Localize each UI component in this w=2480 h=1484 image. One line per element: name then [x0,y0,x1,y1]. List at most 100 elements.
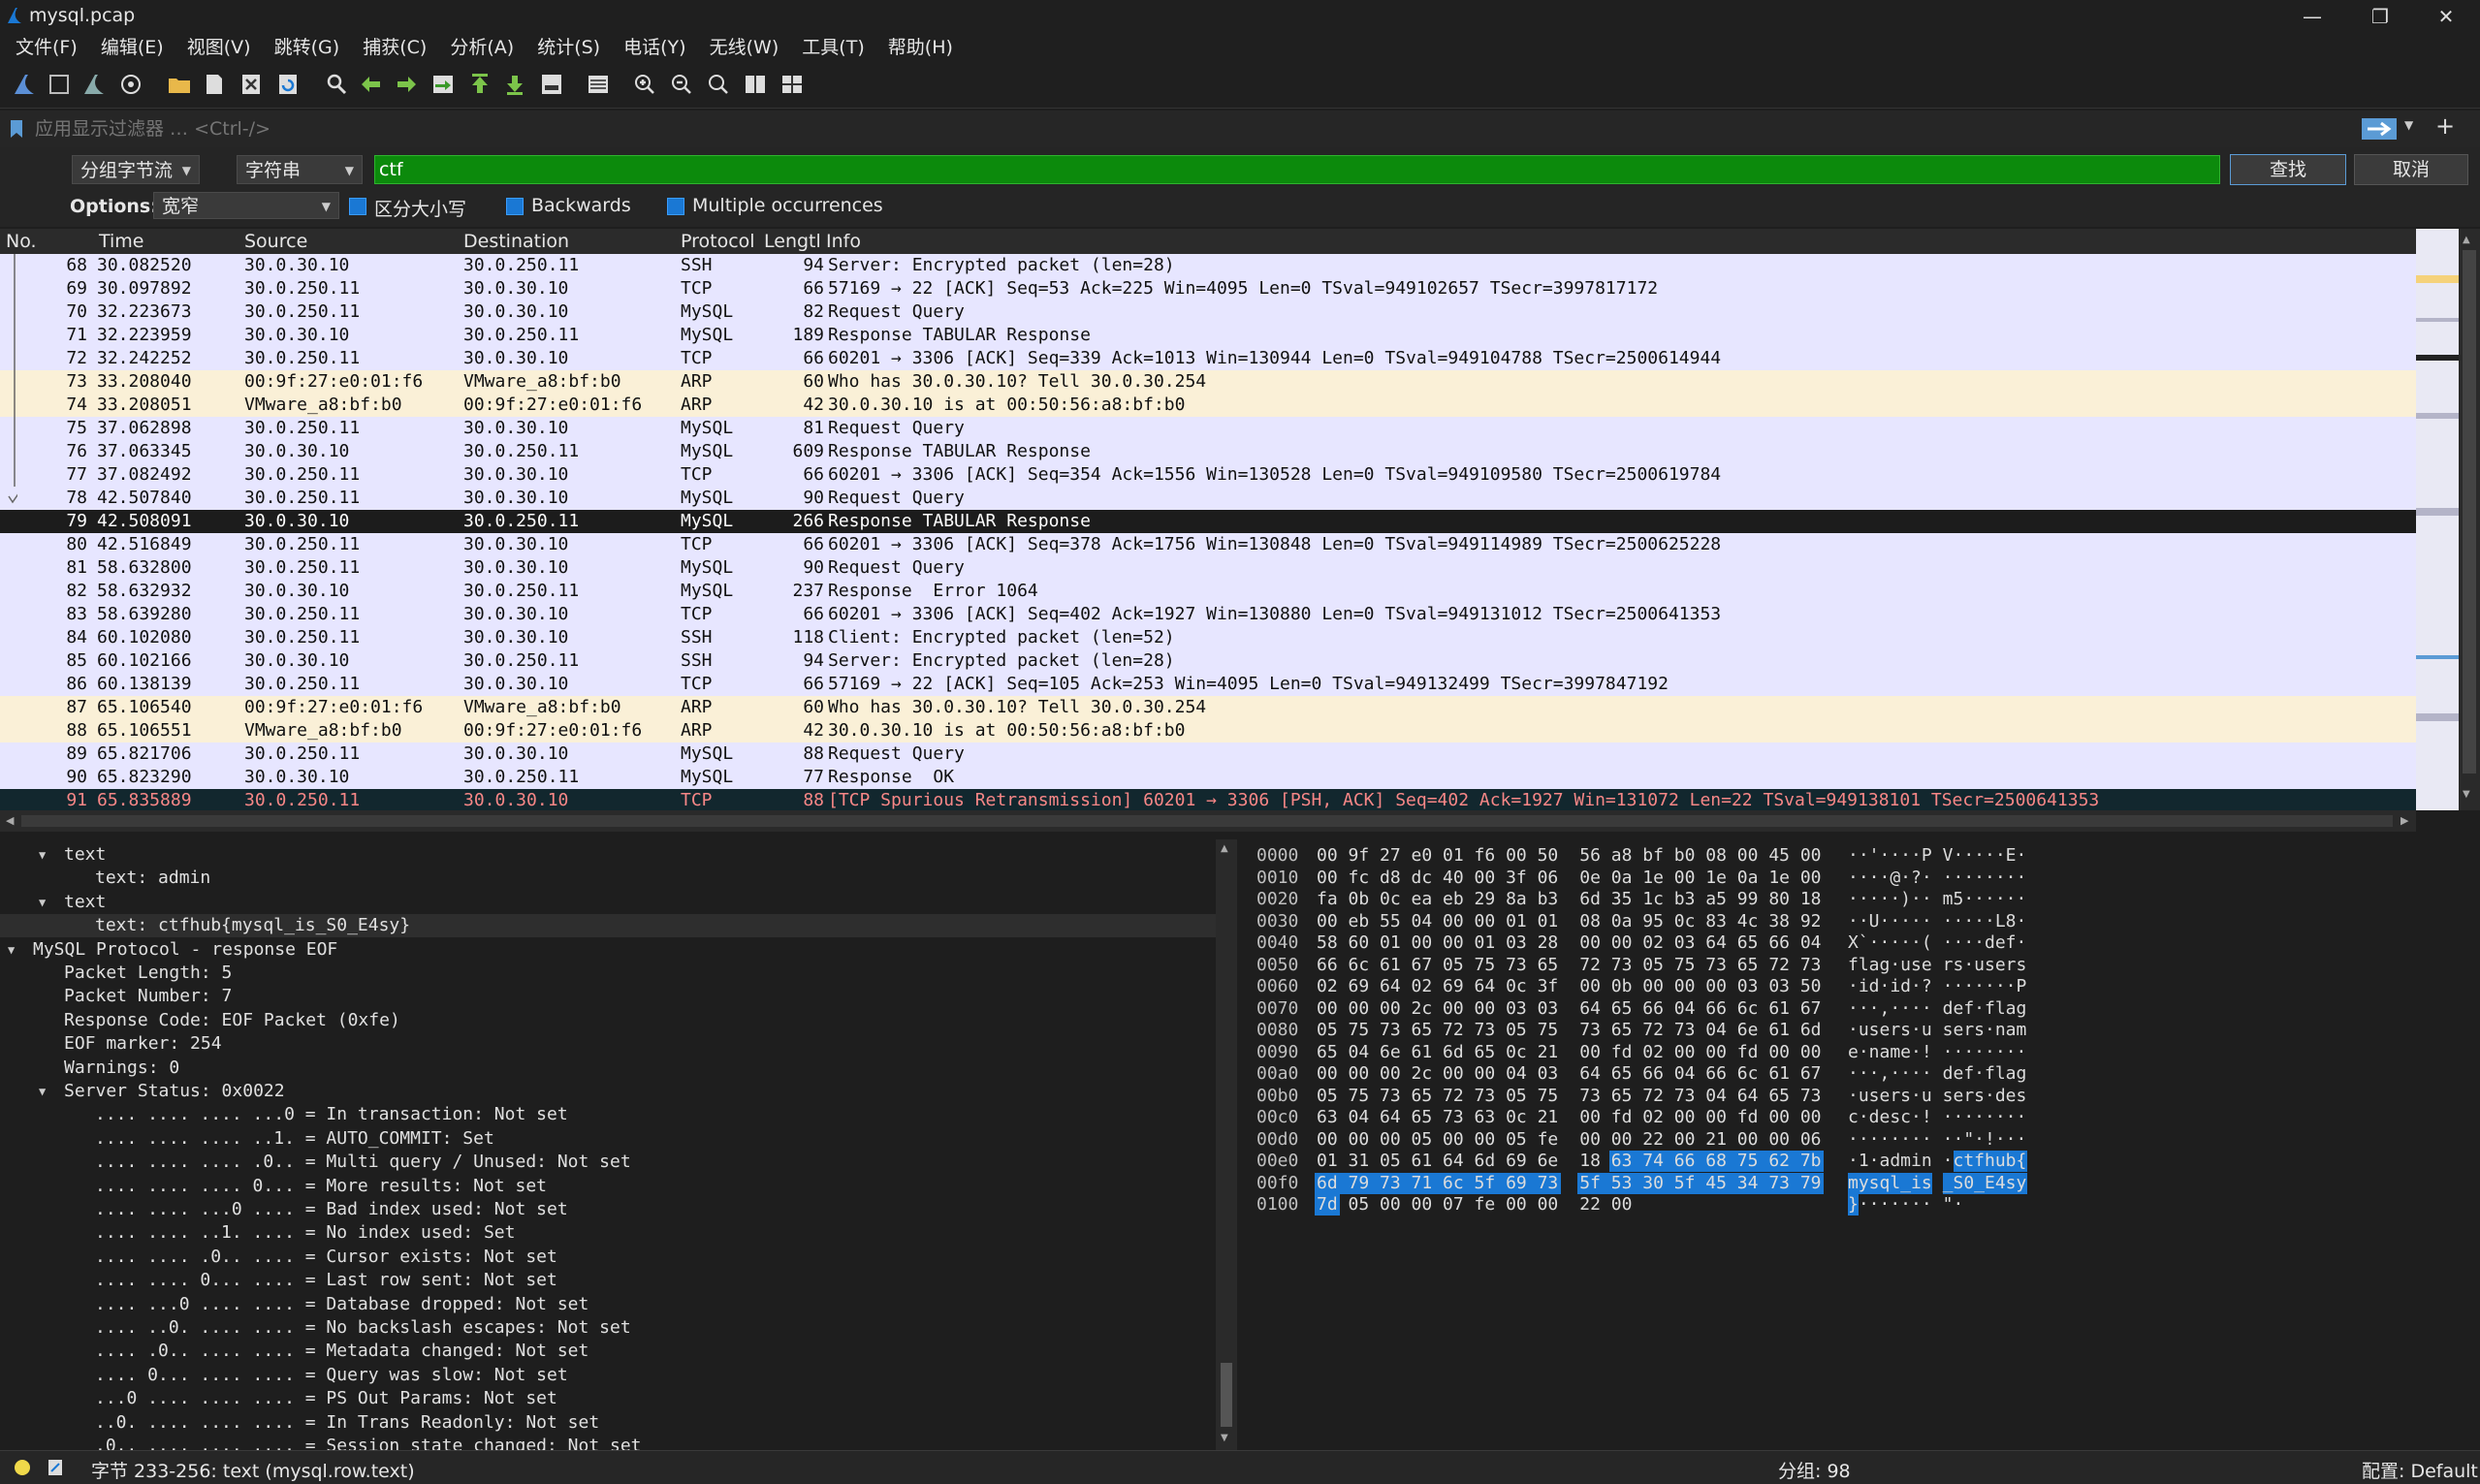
scroll-right-icon[interactable]: ▶ [2401,814,2408,827]
column-time[interactable]: Time [99,231,144,252]
byte-hex-group[interactable]: 02 69 64 02 69 64 0c 3f [1317,976,1558,998]
column-destination[interactable]: Destination [463,231,569,252]
packet-row[interactable]: 83 58.639280 30.0.250.11 30.0.30.10 TCP 66 602… [0,603,2416,626]
byte-hex-group[interactable]: 01 31 05 61 64 6d 69 6e [1317,1151,1558,1173]
packet-row[interactable]: 75 37.062898 30.0.250.11 30.0.30.10 MySQL 81 R… [0,417,2416,440]
byte-hex-group[interactable]: 00 00 00 05 00 00 05 fe [1317,1129,1558,1152]
case-sensitive-checkbox[interactable] [349,198,366,215]
expand-arrow-icon[interactable]: ▼ [39,891,46,914]
byte-ascii-group[interactable]: sers·nam [1943,1020,2027,1042]
packet-row[interactable]: 68 30.082520 30.0.30.10 30.0.250.11 SSH 94 Ser… [0,254,2416,277]
byte-ascii-group[interactable]: c·desc·! [1848,1107,1932,1129]
byte-ascii-group[interactable]: ··U····· [1848,911,1932,933]
byte-hex-group[interactable]: 00 00 00 2c 00 00 03 03 [1317,998,1558,1021]
menu-statistics[interactable]: 统计(S) [537,32,600,63]
byte-ascii-group[interactable]: ········ [1943,1107,2027,1129]
save-file-icon[interactable] [202,72,227,97]
menu-file[interactable]: 文件(F) [16,32,78,63]
resize-columns-icon[interactable] [743,72,768,97]
detail-tree-item[interactable]: .... .... ...0 .... = Bad index used: No… [0,1198,1216,1221]
detail-tree-item[interactable]: .... .... .... .0.. = Multi query / Unus… [0,1151,1216,1174]
detail-tree-item[interactable]: Packet Number: 7 [0,985,1216,1008]
packet-row[interactable]: 74 33.208051 VMware_a8:bf:b0 00:9f:27:e0:01… [0,394,2416,417]
byte-ascii-group[interactable]: def·flag [1943,998,2027,1021]
detail-tree-item[interactable]: .... ..0. .... .... = No backslash escap… [0,1316,1216,1340]
details-vertical-scrollbar[interactable]: ▲ ▼ [1216,839,1237,1450]
add-filter-button-icon[interactable]: + [2435,112,2455,140]
byte-ascii-group[interactable]: ···,···· [1848,998,1932,1021]
detail-tree-item[interactable]: Response Code: EOF Packet (0xfe) [0,1009,1216,1032]
autoscroll-icon[interactable] [539,72,564,97]
byte-ascii-group[interactable]: ···,···· [1848,1063,1932,1086]
byte-ascii-group[interactable]: ·······P [1943,976,2027,998]
find-string-input[interactable] [374,155,2220,184]
menu-analyze[interactable]: 分析(A) [450,32,514,63]
packet-row[interactable]: 86 60.138139 30.0.250.11 30.0.30.10 TCP 66 571… [0,673,2416,696]
byte-ascii-group[interactable]: e·name·! [1848,1042,1932,1064]
byte-ascii-group[interactable]: ·1·admin [1848,1151,1932,1173]
packet-row[interactable]: 78 42.507840 30.0.250.11 30.0.30.10 MySQL 90 R… [0,487,2416,510]
cancel-button[interactable]: 取消 [2354,154,2468,185]
colorize-icon[interactable] [586,72,611,97]
close-file-icon[interactable] [238,72,264,97]
apply-filter-arrow-icon[interactable] [2362,118,2397,140]
detail-tree-item[interactable]: ▼ MySQL Protocol - response EOF [0,938,1216,962]
packet-row[interactable]: 79 42.508091 30.0.30.10 30.0.250.11 MySQL 266… [0,510,2416,533]
detail-tree-item[interactable]: ▼ text [0,891,1216,914]
close-icon[interactable]: ✕ [2412,2,2480,31]
scroll-thumb[interactable] [1221,1363,1232,1427]
go-to-packet-icon[interactable] [430,72,456,97]
byte-ascii-group[interactable]: ····def· [1943,932,2027,955]
packet-row[interactable]: 91 65.835889 30.0.250.11 30.0.30.10 TCP 88 [TC… [0,789,2416,810]
byte-hex-group[interactable]: 5f 53 30 5f 45 34 73 79 [1579,1173,1821,1195]
detail-tree-item[interactable]: ▼ text [0,843,1216,867]
search-type-select[interactable]: 字符串 ▼ [237,155,363,184]
byte-hex-group[interactable]: 05 75 73 65 72 73 05 75 [1317,1020,1558,1042]
byte-ascii-group[interactable]: sers·des [1943,1086,2027,1108]
byte-hex-group[interactable]: fa 0b 0c ea eb 29 8a b3 [1317,889,1558,911]
capture-options-icon[interactable] [118,72,143,97]
multiple-occurrences-checkbox[interactable] [667,198,684,215]
byte-hex-group[interactable]: 00 fd 02 00 00 fd 00 00 [1579,1042,1821,1064]
byte-hex-group[interactable]: 18 63 74 66 68 75 62 7b [1579,1151,1821,1173]
start-capture-icon[interactable] [12,72,37,97]
detail-tree-item[interactable]: Warnings: 0 [0,1057,1216,1080]
byte-hex-group[interactable]: 00 9f 27 e0 01 f6 00 50 [1317,845,1558,868]
minimize-icon[interactable]: — [2278,2,2346,31]
detail-tree-item[interactable]: .... .... ..1. .... = No index used: Set [0,1221,1216,1245]
find-packet-icon[interactable] [324,72,349,97]
detail-tree-item[interactable]: .... 0... .... .... = Query was slow: No… [0,1364,1216,1387]
go-back-icon[interactable] [359,72,384,97]
byte-hex-group[interactable]: 00 fc d8 dc 40 00 3f 06 [1317,868,1558,890]
detail-tree-item[interactable]: .... .0.. .... .... = Metadata changed: … [0,1340,1216,1363]
zoom-out-icon[interactable] [669,72,694,97]
packet-row[interactable]: 85 60.102166 30.0.30.10 30.0.250.11 SSH 94 Ser… [0,649,2416,673]
detail-tree-item[interactable]: Packet Length: 5 [0,962,1216,985]
byte-hex-group[interactable]: 00 eb 55 04 00 00 01 01 [1317,911,1558,933]
column-source[interactable]: Source [244,231,307,252]
byte-hex-group[interactable]: 7d 05 00 00 07 fe 00 00 [1317,1194,1558,1216]
expand-arrow-icon[interactable]: ▼ [8,938,15,962]
byte-hex-group[interactable]: 65 04 6e 61 6d 65 0c 21 [1317,1042,1558,1064]
menu-wireless[interactable]: 无线(W) [710,32,779,63]
restart-capture-icon[interactable] [81,72,107,97]
scroll-thumb[interactable] [21,815,2393,827]
byte-ascii-group[interactable]: _S0_E4sy [1943,1173,2027,1195]
detail-tree-item[interactable]: ..0. .... .... .... = In Trans Readonly:… [0,1411,1216,1435]
restore-icon[interactable]: ❐ [2346,2,2414,31]
charset-select[interactable]: 宽窄 ▼ [153,192,339,219]
zoom-normal-icon[interactable] [706,72,731,97]
menu-edit[interactable]: 编辑(E) [101,32,164,63]
packet-row[interactable]: 81 58.632800 30.0.250.11 30.0.30.10 MySQL 90 R… [0,556,2416,580]
byte-ascii-group[interactable]: ········ [1943,1042,2027,1064]
byte-hex-group[interactable]: 64 65 66 04 66 6c 61 67 [1579,998,1821,1021]
bookmark-icon[interactable] [10,119,23,139]
column-protocol[interactable]: Protocol [681,231,755,252]
byte-ascii-group[interactable]: ·users·u [1848,1020,1932,1042]
expert-info-icon[interactable] [14,1459,31,1476]
detail-tree-item[interactable]: ▼ Server Status: 0x0022 [0,1080,1216,1103]
reload-file-icon[interactable] [275,72,301,97]
detail-tree-item[interactable]: .... .... .... ...0 = In transaction: No… [0,1103,1216,1126]
detail-tree-item[interactable]: EOF marker: 254 [0,1032,1216,1056]
packet-row[interactable]: 82 58.632932 30.0.30.10 30.0.250.11 MySQL 237… [0,580,2416,603]
